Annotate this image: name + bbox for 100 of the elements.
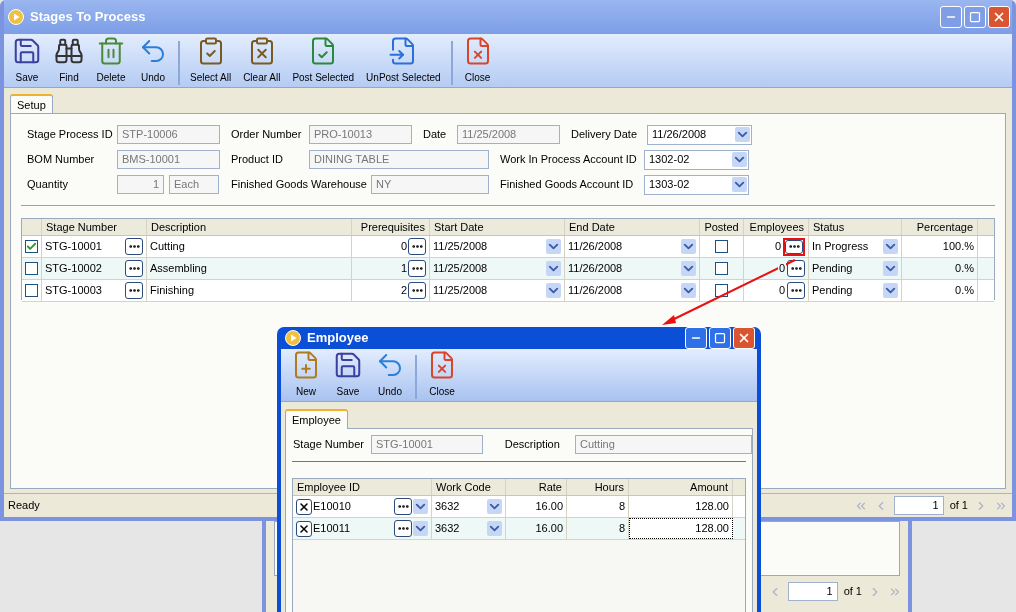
checkbox[interactable] bbox=[715, 262, 728, 275]
dropdown-field[interactable]: 11/26/2008 bbox=[647, 124, 752, 145]
window-title: Employee bbox=[307, 329, 370, 348]
toolbar-button[interactable]: Save bbox=[327, 349, 369, 399]
toolbar-button[interactable]: Find bbox=[48, 35, 90, 85]
window-title: Stages To Process bbox=[30, 8, 147, 27]
ellipsis-button[interactable] bbox=[408, 238, 426, 255]
grid-row[interactable]: STG-10001 Cutting 0 11/25/2008 11/26/2008 0 In Progress 100.% bbox=[22, 236, 994, 258]
page-number-field[interactable]: 1 bbox=[787, 582, 838, 601]
minimize-button[interactable] bbox=[940, 6, 962, 28]
dropdown-field[interactable]: 1303-02 bbox=[644, 174, 749, 195]
column-header[interactable]: Start Date bbox=[430, 219, 565, 235]
ellipsis-button[interactable] bbox=[408, 260, 426, 277]
table-cell-text: 8 bbox=[618, 499, 625, 515]
column-header[interactable]: Status bbox=[809, 219, 902, 235]
table-cell-text: STG-10001 bbox=[45, 239, 102, 255]
ellipsis-button[interactable] bbox=[408, 282, 426, 299]
close-button[interactable] bbox=[733, 327, 755, 349]
toolbar-button[interactable]: Delete bbox=[90, 35, 132, 85]
grid-row[interactable]: STG-10002 Assembling 1 11/25/2008 11/26/2008 0 Pending 0.% bbox=[22, 258, 994, 280]
remove-button[interactable] bbox=[296, 498, 312, 515]
text-field[interactable]: NY bbox=[371, 175, 489, 194]
toolbar-button[interactable]: New bbox=[285, 349, 327, 399]
field-label: Stage Process ID bbox=[27, 127, 114, 143]
field-label: Work In Process Account ID bbox=[500, 152, 638, 168]
column-header[interactable]: Rate bbox=[506, 479, 567, 495]
column-header[interactable]: Prerequisites bbox=[352, 219, 430, 235]
page-count: of 1 bbox=[949, 498, 968, 514]
checkbox[interactable] bbox=[715, 240, 728, 253]
table-cell-text: Pending bbox=[812, 261, 853, 277]
text-field[interactable]: STP-10006 bbox=[117, 125, 220, 144]
field-label: Finished Goods Account ID bbox=[500, 177, 635, 193]
toolbar-button[interactable]: Close bbox=[421, 349, 463, 399]
minimize-button[interactable] bbox=[685, 327, 707, 349]
grid-row[interactable]: E10011 3632 16.00 8 128.00 bbox=[293, 518, 745, 540]
column-header[interactable]: Work Code bbox=[432, 479, 506, 495]
field-label: Order Number bbox=[231, 127, 303, 143]
ellipsis-button[interactable] bbox=[125, 260, 143, 277]
column-header[interactable]: End Date bbox=[565, 219, 700, 235]
text-field[interactable]: STG-10001 bbox=[371, 435, 483, 454]
toolbar-button[interactable]: Post Selected bbox=[286, 35, 361, 85]
ellipsis-button[interactable] bbox=[125, 238, 143, 255]
toolbar-button[interactable]: Undo bbox=[132, 35, 174, 85]
text-field[interactable]: DINING TABLE bbox=[309, 150, 489, 169]
table-cell-text: In Progress bbox=[812, 239, 869, 255]
tab[interactable]: Employee bbox=[285, 409, 348, 429]
table-cell-text: 3632 bbox=[435, 499, 460, 515]
table-cell-text: STG-10002 bbox=[45, 261, 102, 277]
checkbox[interactable] bbox=[25, 262, 38, 275]
ellipsis-button[interactable] bbox=[394, 498, 412, 515]
toolbar-button[interactable]: Undo bbox=[369, 349, 411, 399]
text-field[interactable]: PRO-10013 bbox=[309, 125, 412, 144]
table-cell-text: STG-10003 bbox=[45, 283, 102, 299]
maximize-button[interactable] bbox=[709, 327, 731, 349]
table-cell-text: E10011 bbox=[313, 521, 352, 537]
ellipsis-button[interactable] bbox=[394, 520, 412, 537]
text-field[interactable]: Each bbox=[169, 175, 219, 194]
toolbar-button[interactable]: Save bbox=[6, 35, 48, 85]
field-label: Product ID bbox=[231, 152, 284, 168]
save-icon bbox=[333, 350, 363, 380]
column-header[interactable]: Percentage bbox=[902, 219, 978, 235]
ellipsis-button[interactable] bbox=[787, 260, 805, 277]
binoculars-icon bbox=[54, 36, 84, 66]
field-label: Description bbox=[504, 437, 561, 453]
column-header[interactable]: Employee ID bbox=[293, 479, 432, 495]
field-label: BOM Number bbox=[27, 152, 96, 168]
toolbar-button[interactable]: UnPost Selected bbox=[360, 35, 447, 85]
column-header[interactable]: Stage Number bbox=[42, 219, 147, 235]
dropdown-field[interactable]: 1302-02 bbox=[644, 149, 749, 170]
field-label: Stage Number bbox=[293, 437, 363, 453]
ellipsis-button[interactable] bbox=[787, 282, 805, 299]
grid-row[interactable]: STG-10003 Finishing 2 11/25/2008 11/26/2008 0 Pending 0.% bbox=[22, 280, 994, 302]
grid-row[interactable]: E10010 3632 16.00 8 128.00 bbox=[293, 496, 745, 518]
toolbar-button[interactable]: Select All bbox=[184, 35, 238, 85]
tab[interactable]: Setup bbox=[10, 94, 53, 114]
checkbox[interactable] bbox=[25, 240, 38, 253]
app-logo-icon bbox=[285, 330, 301, 346]
toolbar-button[interactable]: Close bbox=[456, 35, 499, 85]
app-logo-icon bbox=[8, 9, 24, 25]
page-number-field[interactable]: 1 bbox=[893, 496, 944, 515]
checkbox[interactable] bbox=[25, 284, 38, 297]
table-cell-text: 16.00 bbox=[535, 521, 563, 537]
save-icon bbox=[12, 36, 42, 66]
column-header[interactable]: Posted bbox=[700, 219, 744, 235]
column-header[interactable]: Description bbox=[147, 219, 352, 235]
column-header[interactable]: Employees bbox=[744, 219, 809, 235]
text-field[interactable]: 1 bbox=[117, 175, 164, 194]
ellipsis-button[interactable] bbox=[125, 282, 143, 299]
text-field[interactable]: Cutting bbox=[574, 435, 752, 454]
toolbar-button[interactable]: Clear All bbox=[237, 35, 287, 85]
table-cell-text: 0 bbox=[400, 239, 407, 255]
remove-button[interactable] bbox=[296, 520, 312, 537]
column-header[interactable]: Amount bbox=[629, 479, 733, 495]
maximize-button[interactable] bbox=[964, 6, 986, 28]
text-field[interactable]: BMS-10001 bbox=[117, 150, 220, 169]
table-cell-text: 11/26/2008 bbox=[568, 239, 623, 255]
close-button[interactable] bbox=[988, 6, 1010, 28]
text-field[interactable]: 11/25/2008 bbox=[457, 125, 560, 144]
column-header[interactable]: Hours bbox=[567, 479, 629, 495]
table-cell-text: Assembling bbox=[150, 261, 207, 277]
